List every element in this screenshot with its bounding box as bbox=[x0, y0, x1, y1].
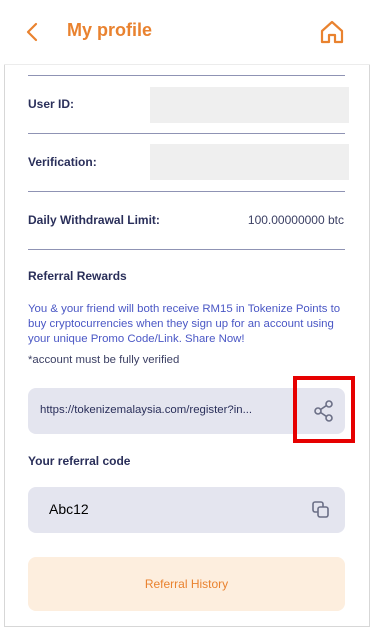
referral-code-field[interactable]: Abc12 bbox=[28, 487, 345, 533]
divider bbox=[28, 191, 345, 192]
withdrawal-limit-value: 100.00000000 btc bbox=[247, 213, 344, 227]
referral-info-text: You & your friend will both receive RM15… bbox=[28, 303, 341, 345]
page-title: My profile bbox=[67, 20, 153, 40]
referral-history-button[interactable]: Referral History bbox=[28, 557, 345, 611]
divider bbox=[28, 249, 345, 250]
referral-rewards-title: Referral Rewards bbox=[28, 269, 127, 283]
header-divider bbox=[4, 64, 370, 65]
divider bbox=[28, 75, 345, 76]
user-id-value bbox=[150, 87, 349, 123]
user-id-label: User ID: bbox=[28, 97, 75, 111]
referral-link-text[interactable]: https://tokenizemalaysia.com/register?in… bbox=[40, 404, 290, 416]
withdrawal-limit-label: Daily Withdrawal Limit: bbox=[28, 213, 160, 227]
referral-code-value: Abc12 bbox=[49, 501, 89, 517]
divider bbox=[28, 133, 345, 134]
verification-label: Verification: bbox=[28, 155, 97, 169]
verification-value bbox=[150, 144, 349, 180]
home-icon[interactable] bbox=[318, 18, 346, 46]
referral-history-label: Referral History bbox=[144, 577, 229, 591]
app-header: My profile bbox=[0, 0, 374, 65]
chevron-left-icon[interactable] bbox=[22, 18, 46, 46]
copy-icon[interactable] bbox=[310, 499, 332, 521]
referral-code-label: Your referral code bbox=[28, 454, 131, 468]
highlight-annotation bbox=[293, 376, 355, 443]
verification-note: *account must be fully verified bbox=[28, 354, 180, 366]
